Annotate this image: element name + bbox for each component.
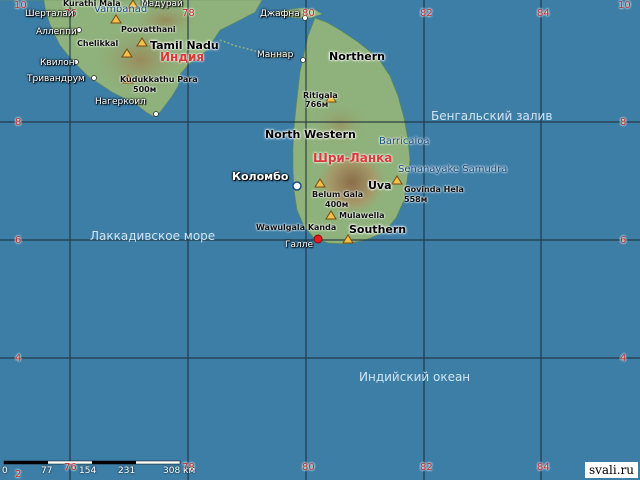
grid-label-corner-top-right: 10 [618, 0, 631, 11]
scale-label-77: 77 [41, 466, 53, 476]
grid-label-corner-bottom-left: 2 [15, 469, 22, 480]
scale-label-154: 154 [79, 466, 97, 476]
peak-label-belum-gala: Belum Gala [312, 190, 364, 199]
grid-label-lon-80-bottom: 80 [302, 462, 315, 473]
region-label-northern: Northern [329, 50, 385, 63]
grid-label-lon-84-bottom: 84 [537, 462, 550, 473]
grid-label-lat-8-left: 8 [15, 117, 22, 128]
sea-label-laccadive-sea: Лаккадивское море [90, 229, 216, 243]
grid-label-lat-4-left: 4 [15, 353, 22, 364]
country-label-india: Индия [160, 50, 205, 64]
peak-label-wawulgala-kanda: Wawulgala Kanda [256, 223, 337, 232]
town-label-alleppey: Аллеппи [36, 27, 77, 37]
town-label-galle: Галле [285, 240, 314, 250]
peak-elevation-kudukkathu-para: 500м [133, 85, 157, 94]
peak-label-govinda-hela: Govinda Hela [404, 185, 464, 194]
peak-label-mulawella: Mulawella [339, 211, 385, 220]
peak-label-kudukkathu-para: Kudukkathu Para [120, 75, 198, 84]
capital-label-colombo: Коломбо [232, 170, 289, 183]
region-label-tamil-nadu: Tamil Nadu [150, 39, 219, 52]
peak-label-ritigala: Ritigala [303, 91, 338, 100]
region-label-uva: Uva [368, 179, 392, 192]
town-label-mannar: Маннар [257, 50, 294, 60]
peak-label-chelikkal: Chelikkal [77, 39, 119, 48]
region-label-north-western: North Western [265, 128, 356, 141]
peak-elevation-govinda-hela: 558м [404, 195, 428, 204]
scale-label-0: 0 [2, 466, 8, 476]
town-label-shertalai: Шерталай [25, 9, 74, 19]
grid-label-lon-82-top: 82 [420, 8, 433, 19]
town-label-quilon: Квилон [40, 58, 75, 68]
scale-bar-graphic [3, 460, 181, 465]
grid-label-lon-76-bottom: 76 [64, 462, 77, 473]
region-label-southern: Southern [349, 223, 407, 236]
grid-label-lat-8-right: 8 [620, 117, 627, 128]
scale-label-308: 308 км [163, 466, 196, 476]
water-label-senanayake-samudra: Senanayake Samudra [398, 164, 508, 175]
site-credit[interactable]: svali.ru [584, 462, 638, 478]
scale-label-231: 231 [118, 466, 136, 476]
galle-marker [313, 234, 323, 244]
water-label-barricaloa: Barricaloa [379, 136, 430, 147]
peak-label-poovatthani: Poovatthani [121, 25, 176, 34]
sea-label-bay-of-bengal: Бенгальский залив [431, 109, 553, 123]
town-label-madurai: Мадурай [141, 0, 183, 9]
peak-elevation-belum-gala: 400м [325, 200, 349, 209]
grid-label-lon-82-bottom: 82 [420, 462, 433, 473]
grid-label-lon-80-top: 80 [302, 8, 315, 19]
town-label-trivandrum: Тривандрум [27, 74, 85, 84]
grid-label-lat-6-right: 6 [620, 235, 627, 246]
grid-label-lat-4-right: 4 [620, 353, 627, 364]
town-label-jaffna: Джафна [260, 9, 300, 19]
grid-label-lat-6-left: 6 [15, 235, 22, 246]
colombo-capital-marker [292, 181, 302, 191]
map-canvas[interactable]: 10 76 78 80 82 84 10 76 78 80 82 84 8 6 … [0, 0, 640, 480]
country-label-sri-lanka: Шри-Ланка [313, 151, 393, 165]
peak-label-kurathi-mala: Kurathi Mala [63, 0, 121, 8]
grid-label-lon-84-top: 84 [537, 8, 550, 19]
town-label-nagercoil: Нагеркоил [95, 97, 146, 107]
sea-label-indian-ocean: Индийский океан [359, 370, 471, 384]
peak-elevation-ritigala: 766м [305, 100, 329, 109]
grid-label-lon-78-top: 78 [182, 8, 195, 19]
